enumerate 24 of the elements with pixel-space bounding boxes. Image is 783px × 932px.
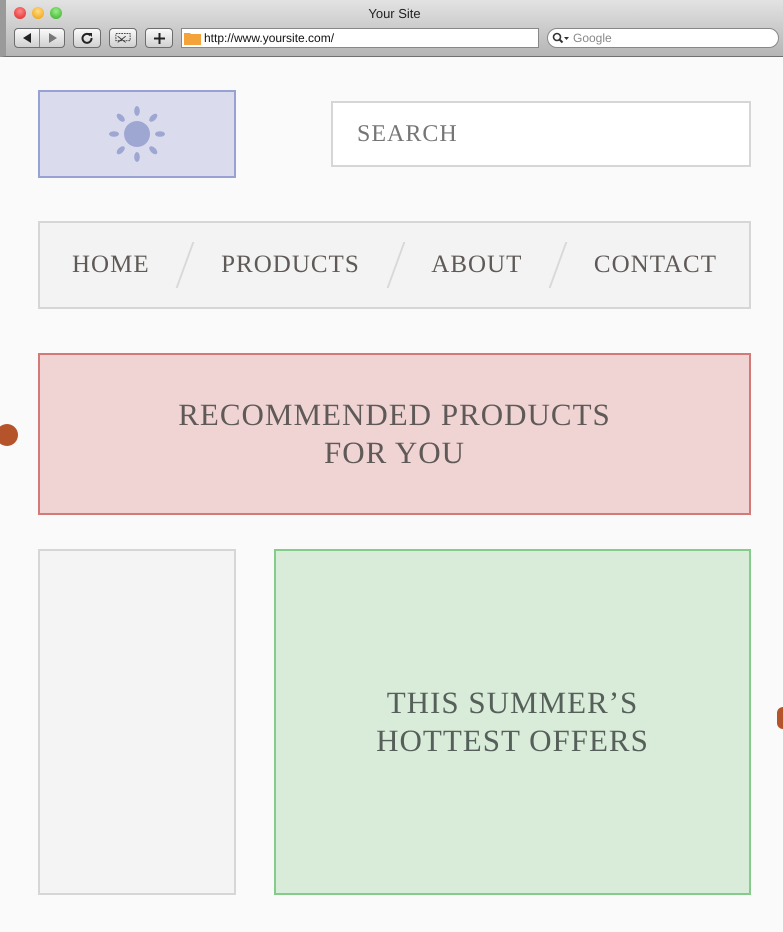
add-button[interactable] [145, 28, 173, 48]
left-triangle-icon [22, 33, 32, 43]
folder-icon [184, 31, 201, 45]
right-triangle-icon [48, 33, 56, 43]
nav-link[interactable]: ABOUT [431, 251, 522, 279]
web-search-field[interactable]: Google [547, 28, 779, 48]
search-field[interactable]: SEARCH [331, 101, 751, 167]
window-title: Your Site [368, 6, 421, 21]
banner-title: RECOMMENDED PRODUCTS FOR YOU [177, 396, 612, 472]
url-text: http://www.yoursite.com/ [204, 31, 334, 45]
search-icon [552, 32, 570, 44]
close-icon[interactable] [14, 7, 26, 19]
clip-button[interactable] [109, 28, 137, 48]
plus-icon [154, 32, 164, 44]
sun-icon [109, 106, 165, 162]
reload-button[interactable] [73, 28, 101, 48]
nav-link[interactable]: HOME [72, 251, 150, 279]
address-field[interactable]: http://www.yoursite.com/ [181, 28, 539, 48]
reload-icon [81, 32, 93, 44]
offers-title: THIS SUMMER’S HOTTEST OFFERS [375, 684, 650, 760]
nav-link[interactable]: CONTACT [594, 251, 717, 279]
scissors-icon [115, 32, 131, 44]
marker-dot [0, 424, 18, 446]
nav-link[interactable]: PRODUCTS [221, 251, 360, 279]
